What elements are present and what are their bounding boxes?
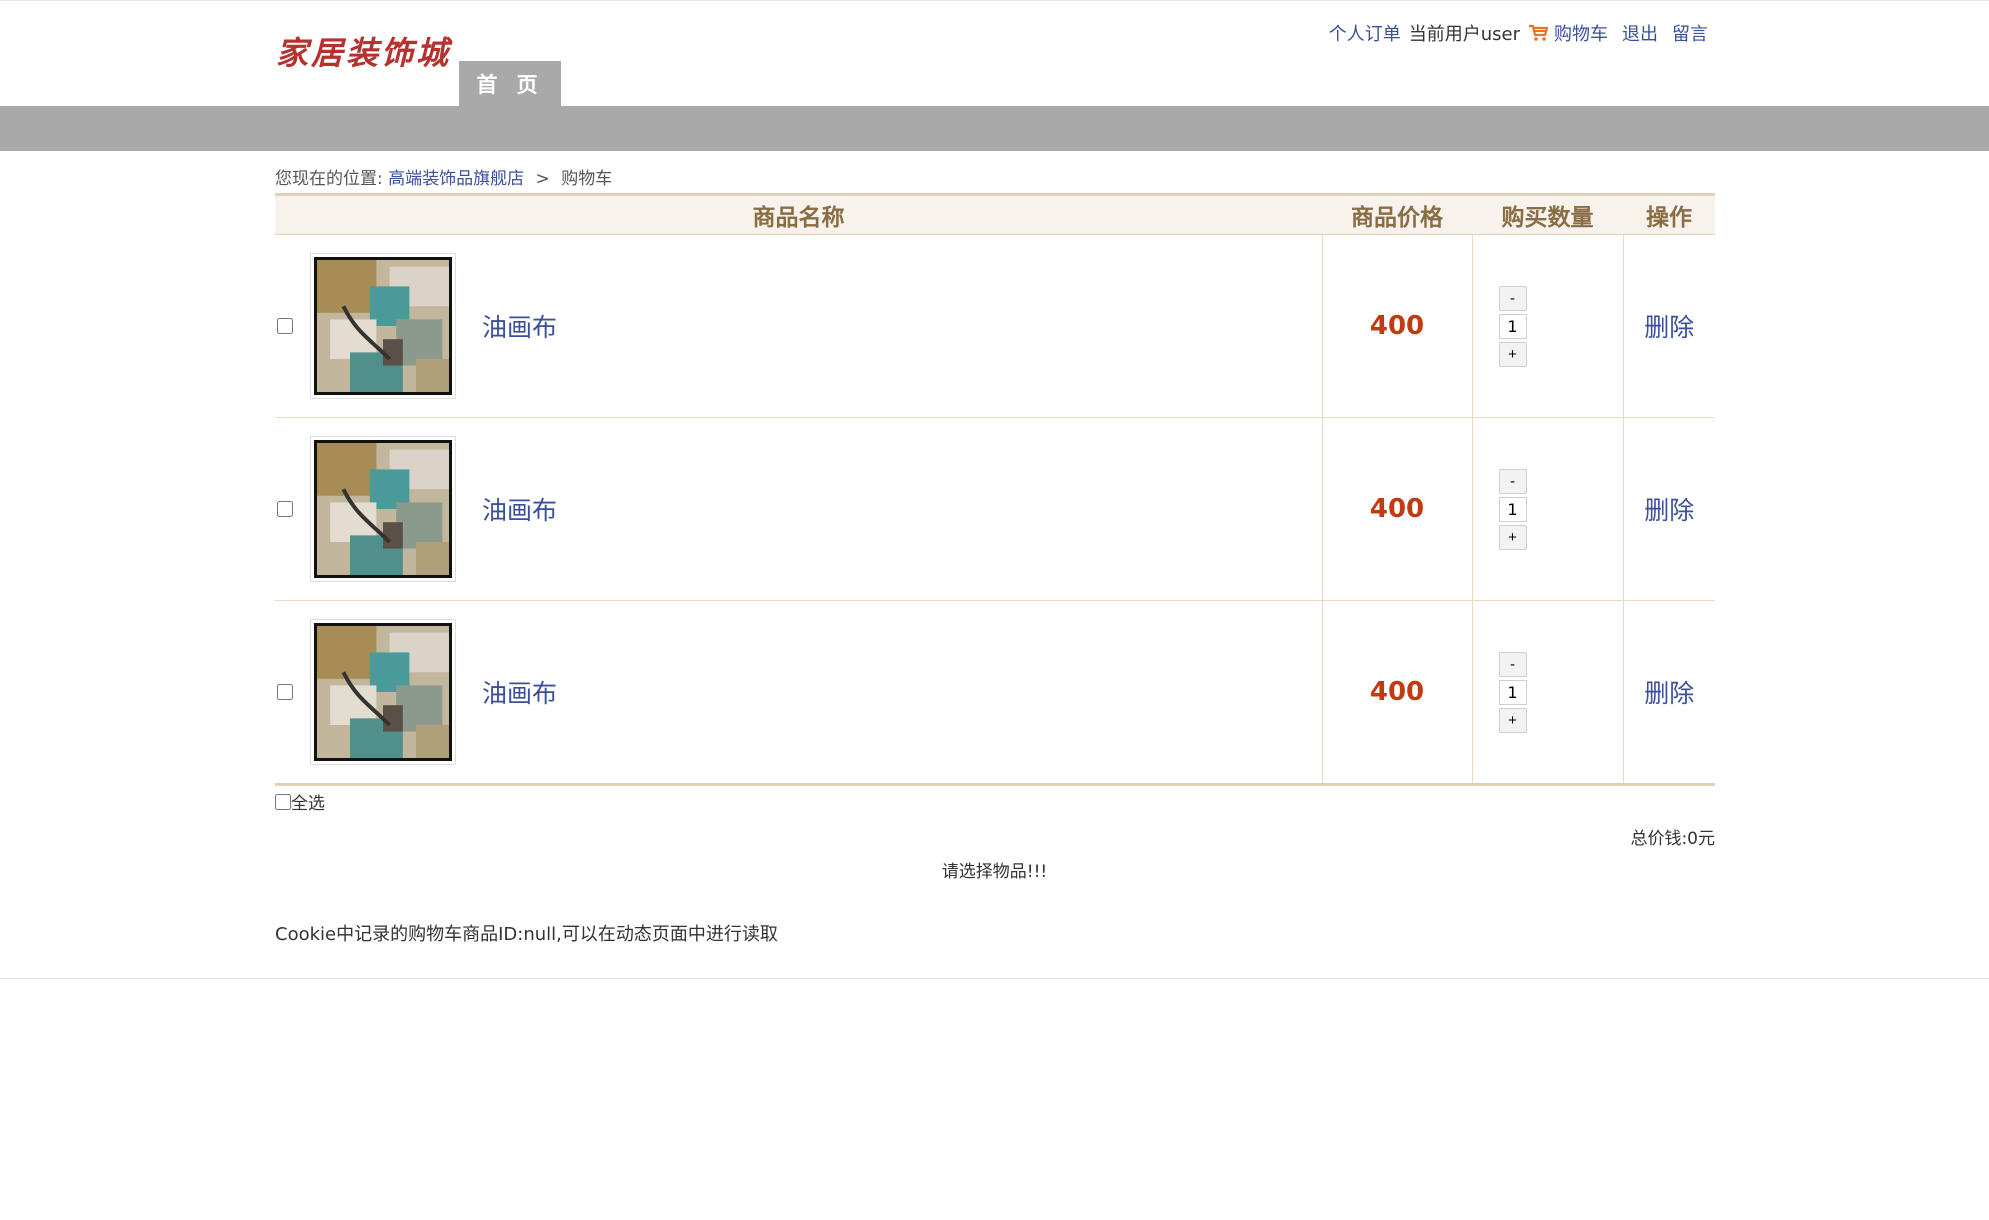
breadcrumb-separator: >	[535, 169, 550, 189]
row-select-checkbox[interactable]	[277, 501, 293, 517]
table-row: 油画布 400 - + 删除	[275, 417, 1715, 601]
row-select-checkbox[interactable]	[277, 684, 293, 700]
header-product-name: 商品名称	[275, 193, 1322, 235]
product-name-link[interactable]: 油画布	[482, 308, 557, 344]
product-thumbnail[interactable]	[310, 436, 456, 582]
nav-home-tab[interactable]: 首 页	[459, 61, 561, 106]
qty-input[interactable]	[1498, 496, 1527, 522]
cart-table-header: 商品名称 商品价格 购买数量 操作	[275, 193, 1715, 235]
qty-input[interactable]	[1498, 313, 1527, 339]
qty-plus-button[interactable]: +	[1498, 707, 1527, 733]
cookie-note: Cookie中记录的购物车商品ID:null,可以在动态页面中进行读取	[275, 924, 778, 945]
product-thumbnail[interactable]	[310, 619, 456, 765]
message-link[interactable]: 留言	[1672, 20, 1708, 46]
oil-painting-thumbnail-icon	[317, 626, 449, 758]
site-logo[interactable]: 家居装饰城	[276, 28, 451, 74]
product-price: 400	[1321, 600, 1472, 786]
shopping-cart-icon[interactable]	[1528, 24, 1549, 42]
bottom-divider	[0, 978, 1989, 979]
qty-plus-button[interactable]: +	[1498, 524, 1527, 550]
orders-link[interactable]: 个人订单	[1329, 20, 1401, 46]
qty-minus-button[interactable]: -	[1498, 468, 1527, 494]
header-product-price: 商品价格	[1322, 193, 1472, 235]
quantity-stepper: - +	[1498, 468, 1623, 550]
product-name-link[interactable]: 油画布	[482, 674, 557, 710]
table-row: 油画布 400 - + 删除	[275, 234, 1715, 418]
breadcrumb-shop-link[interactable]: 高端装饰品旗舰店	[388, 169, 524, 189]
oil-painting-thumbnail-icon	[317, 443, 449, 575]
delete-link[interactable]: 删除	[1644, 313, 1694, 342]
current-user-label: 当前用户user	[1408, 24, 1520, 45]
breadcrumb-current: 购物车	[561, 169, 613, 189]
breadcrumb: 您现在的位置: 高端装饰品旗舰店 > 购物车	[275, 164, 612, 189]
total-price: 总价钱:0元	[1630, 829, 1715, 849]
delete-link[interactable]: 删除	[1644, 679, 1694, 708]
product-name-link[interactable]: 油画布	[482, 491, 557, 527]
select-items-hint: 请选择物品!!!	[941, 862, 1048, 882]
header-operation: 操作	[1623, 193, 1715, 235]
table-row: 油画布 400 - + 删除	[275, 600, 1715, 786]
row-select-checkbox[interactable]	[277, 318, 293, 334]
qty-plus-button[interactable]: +	[1498, 341, 1527, 367]
select-all-checkbox[interactable]	[275, 793, 291, 810]
cart-table: 商品名称 商品价格 购买数量 操作 油画布 400 - 1 + 删除 油画布 4…	[275, 193, 1715, 786]
select-all-label: 全选	[291, 794, 325, 814]
qty-input[interactable]	[1498, 679, 1527, 705]
breadcrumb-prefix: 您现在的位置:	[275, 169, 383, 189]
product-price: 400	[1321, 417, 1472, 601]
logout-link[interactable]: 退出	[1622, 20, 1658, 46]
quantity-stepper: - +	[1498, 651, 1623, 733]
oil-painting-thumbnail-icon	[317, 260, 449, 392]
product-price: 400	[1321, 234, 1472, 418]
cart-link[interactable]: 购物车	[1554, 20, 1608, 46]
delete-link[interactable]: 删除	[1644, 496, 1694, 525]
top-links: 个人订单 当前用户user 购物车 退出 留言	[1329, 20, 1708, 46]
quantity-stepper: - +	[1498, 285, 1623, 367]
nav-bar	[0, 106, 1989, 151]
select-all: 全选	[275, 789, 325, 814]
qty-minus-button[interactable]: -	[1498, 651, 1527, 677]
header-quantity: 购买数量	[1472, 193, 1623, 235]
top-border	[0, 0, 1989, 1]
product-thumbnail[interactable]	[310, 253, 456, 399]
qty-minus-button[interactable]: -	[1498, 285, 1527, 311]
